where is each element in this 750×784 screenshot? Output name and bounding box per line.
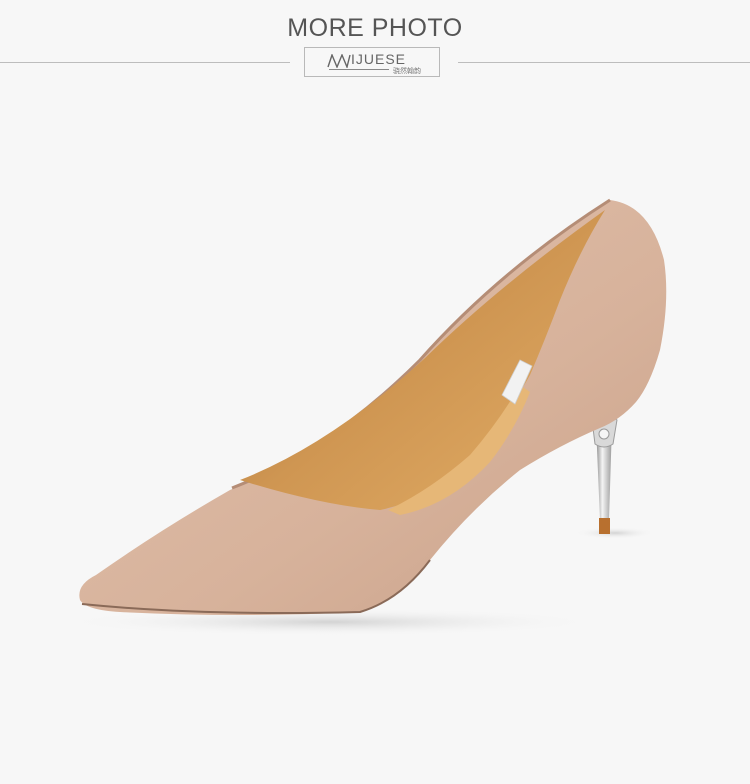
logo-underline (329, 69, 389, 70)
logo-mark-icon (327, 54, 351, 68)
page-title: MORE PHOTO (287, 14, 463, 42)
brand-subtitle: 骁然翰韵 (393, 68, 421, 75)
brand-name: IJUESE (351, 51, 407, 67)
header: MORE PHOTO IJUESE 骁然翰韵 (0, 0, 750, 90)
heel (591, 414, 618, 534)
product-photo (60, 198, 667, 636)
heel-shadow (575, 527, 655, 539)
divider-right (458, 62, 750, 63)
brand-logo: IJUESE 骁然翰韵 (304, 47, 440, 77)
divider-left (0, 62, 290, 63)
